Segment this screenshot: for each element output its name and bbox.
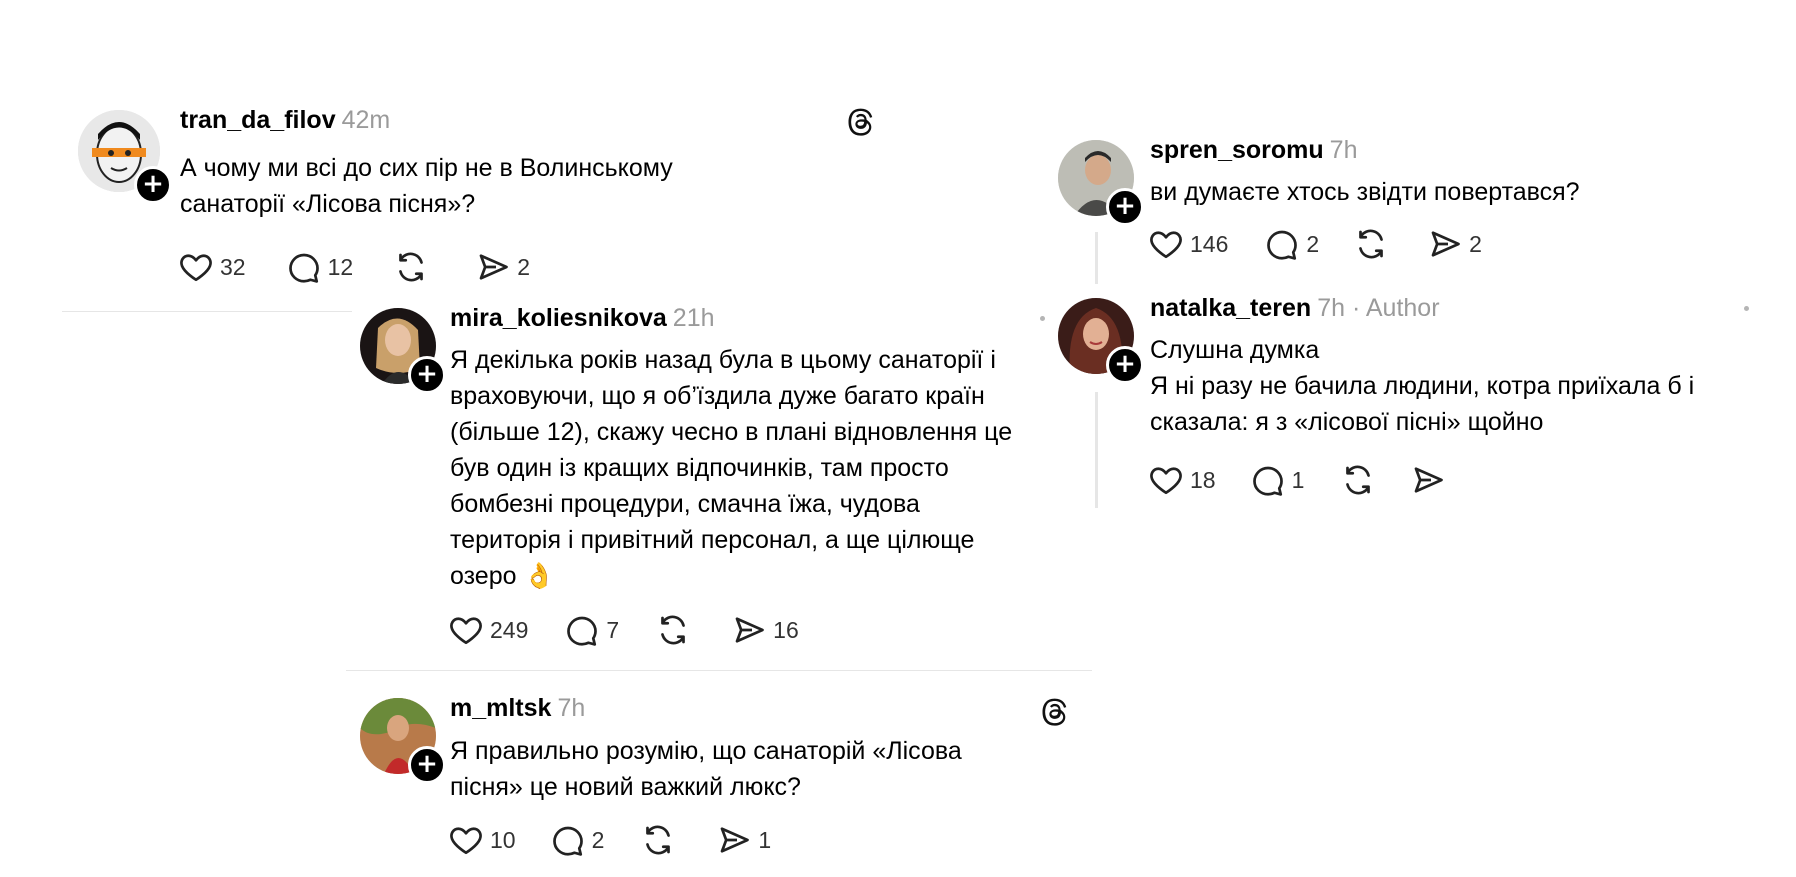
reply-button[interactable]: 2 [1264, 226, 1319, 262]
post-time: 7h [557, 694, 586, 722]
repost-button[interactable] [655, 612, 691, 648]
more-options-dot[interactable] [1040, 316, 1045, 321]
send-icon [1410, 462, 1446, 498]
follow-plus-button[interactable]: + [1106, 346, 1144, 384]
comment-icon [564, 612, 600, 648]
post-actions: 10 2 1 [448, 822, 771, 858]
post-time: 21h [672, 304, 715, 332]
comment-icon [286, 249, 322, 285]
divider [346, 670, 1092, 671]
post-text: Я правильно розумію, що санаторій «Лісов… [450, 737, 962, 801]
heart-icon [448, 612, 484, 648]
post-username[interactable]: tran_da_filov 42m [180, 106, 390, 135]
heart-icon [448, 822, 484, 858]
post-username[interactable]: mira_koliesnikova 21h [450, 304, 715, 333]
share-button[interactable]: 1 [716, 822, 771, 858]
repost-button[interactable] [1340, 462, 1376, 498]
comment-icon [550, 822, 586, 858]
like-button[interactable]: 32 [178, 249, 246, 285]
reply-button[interactable]: 7 [564, 612, 619, 648]
post-actions: 32 12 2 [178, 249, 530, 285]
comment-icon [1250, 462, 1286, 498]
post-actions: 249 7 16 [448, 612, 799, 648]
reply-button[interactable]: 12 [286, 249, 353, 285]
post-actions: 146 2 2 [1148, 226, 1482, 262]
repost-icon [655, 612, 691, 648]
heart-icon [1148, 226, 1184, 262]
threads-logo-icon[interactable] [846, 106, 876, 136]
like-button[interactable]: 249 [448, 612, 528, 648]
like-button[interactable]: 18 [1148, 462, 1216, 498]
repost-icon [1353, 226, 1389, 262]
send-icon [1427, 226, 1463, 262]
post-text: Я декілька років назад була в цьому сана… [450, 346, 1013, 590]
post-username[interactable]: natalka_teren 7h · Author [1150, 294, 1440, 323]
share-button[interactable]: 2 [1427, 226, 1482, 262]
post-text: А чому ми всі до сих пір не в Волинськом… [180, 154, 673, 218]
divider [62, 311, 352, 312]
share-button[interactable]: 2 [475, 249, 530, 285]
post-time: 42m [341, 106, 391, 134]
repost-icon [393, 249, 429, 285]
thread-line [1095, 392, 1098, 508]
follow-plus-button[interactable]: + [134, 166, 172, 204]
post-text: Слушна думка Я ні разу не бачила людини, … [1150, 336, 1695, 436]
post-actions: 18 1 [1148, 462, 1452, 498]
thread-line [1095, 232, 1098, 284]
reply-button[interactable]: 1 [1250, 462, 1304, 498]
send-icon [731, 612, 767, 648]
post-username[interactable]: spren_soromu 7h [1150, 136, 1357, 165]
post-text: ви думаєте хтось звідти повертався? [1150, 178, 1580, 206]
like-button[interactable]: 146 [1148, 226, 1228, 262]
comment-icon [1264, 226, 1300, 262]
share-button[interactable] [1410, 462, 1452, 498]
send-icon [716, 822, 752, 858]
post-time: 7h [1329, 136, 1358, 164]
more-options-dot[interactable] [1744, 306, 1749, 311]
follow-plus-button[interactable]: + [408, 746, 446, 784]
follow-plus-button[interactable]: + [1106, 188, 1144, 226]
share-button[interactable]: 16 [731, 612, 799, 648]
repost-icon [1340, 462, 1376, 498]
threads-logo-icon[interactable] [1040, 696, 1070, 726]
reply-button[interactable]: 2 [550, 822, 604, 858]
post-time: 7h [1317, 294, 1346, 322]
repost-button[interactable] [393, 249, 429, 285]
repost-button[interactable] [640, 822, 676, 858]
repost-icon [640, 822, 676, 858]
send-icon [475, 249, 511, 285]
like-button[interactable]: 10 [448, 822, 516, 858]
repost-button[interactable] [1353, 226, 1389, 262]
author-badge: · Author [1351, 294, 1440, 322]
heart-icon [1148, 462, 1184, 498]
post-username[interactable]: m_mltsk 7h [450, 694, 585, 723]
follow-plus-button[interactable]: + [408, 356, 446, 394]
heart-icon [178, 249, 214, 285]
